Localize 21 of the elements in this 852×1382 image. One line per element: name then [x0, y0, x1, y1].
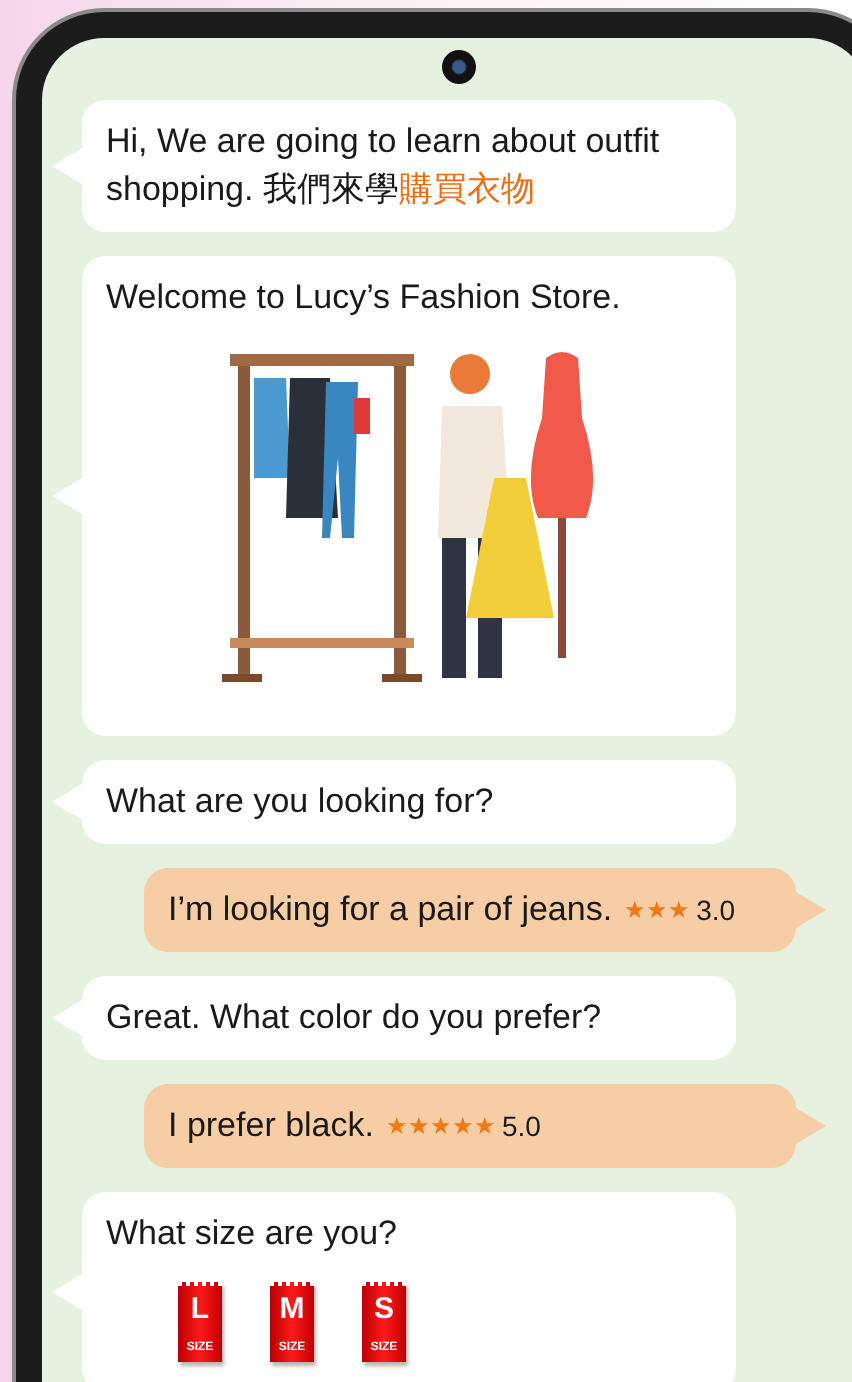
rating-score: 5.0: [502, 1108, 541, 1146]
message-text: Great. What color do you prefer?: [106, 996, 604, 1040]
star-icon: ★: [408, 1114, 430, 1138]
message-text: I prefer black.: [168, 1104, 374, 1148]
star-icon: ★: [452, 1114, 474, 1138]
star-icon: ★: [386, 1114, 408, 1138]
size-letter: M: [279, 1294, 305, 1325]
rating-score: 3.0: [696, 892, 736, 930]
camera-icon: [441, 50, 475, 84]
message-text: Hi, We are going to learn about outfit shopping. 我們來學購買衣物: [106, 120, 662, 212]
message-text: What are you looking for?: [106, 780, 496, 824]
message-text: What size are you?: [106, 1212, 400, 1256]
star-icon: ★: [430, 1114, 452, 1138]
message-text: I’m looking for a pair of jeans.: [168, 888, 613, 932]
star-icon: ★: [646, 898, 669, 922]
message-text: Welcome to Lucy’s Fashion Store.: [106, 276, 623, 320]
star-icon: ★: [624, 898, 647, 922]
size-letter: S: [373, 1294, 394, 1325]
star-icon: ★: [668, 898, 691, 922]
star-icon: ★: [474, 1114, 496, 1138]
size-letter: L: [190, 1294, 210, 1325]
